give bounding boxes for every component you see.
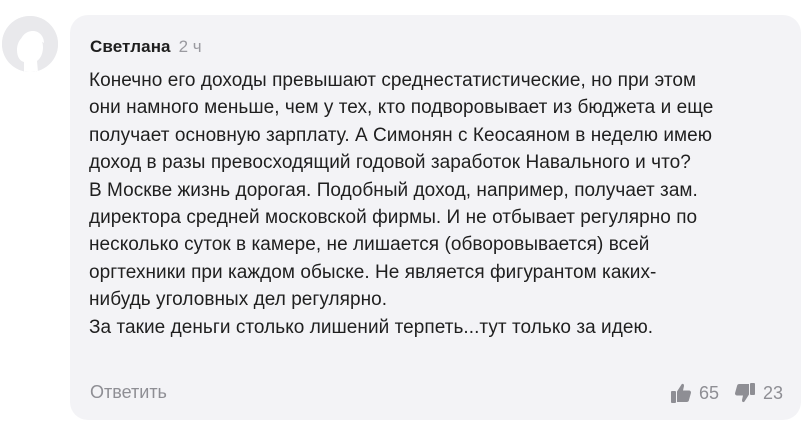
comment-text: Конечно его доходы превышают среднестати…	[89, 67, 779, 341]
comment-line: они намного меньше, чем у тех, кто подво…	[89, 97, 714, 119]
comment-line: получает основную зарплату. А Симонян с …	[89, 124, 713, 146]
comment-line: Конечно его доходы превышают среднестати…	[89, 70, 697, 91]
comment-line: оргтехники при каждом обыске. Не являетс…	[89, 261, 657, 283]
user-silhouette-icon	[2, 16, 58, 72]
comment-footer: Ответить 65 23	[90, 381, 783, 407]
comment-line: За такие деньги столько лишений терпеть.…	[89, 316, 654, 338]
comment-card: Светлана 2 ч Конечно его доходы превышаю…	[70, 15, 801, 420]
comment-line: нибудь уголовных дел регулярно.	[89, 289, 388, 311]
thumbs-up-icon	[670, 383, 691, 403]
like-button[interactable]: 65	[669, 381, 719, 405]
vote-controls: 65 23	[669, 381, 783, 405]
comment-line: доход в разы превосходящий годовой зараб…	[89, 152, 691, 174]
dislike-count: 23	[762, 382, 783, 403]
dislike-button[interactable]: 23	[733, 381, 783, 405]
author-name[interactable]: Светлана	[90, 37, 171, 57]
comment-time: 2 ч	[178, 37, 202, 56]
comment-header: Светлана 2 ч	[90, 37, 202, 57]
comment-line: директора средней московской фирмы. И не…	[89, 207, 698, 229]
avatar[interactable]	[2, 16, 58, 72]
reply-button[interactable]: Ответить	[90, 382, 167, 403]
like-count: 65	[698, 382, 719, 403]
thumbs-down-icon	[734, 383, 755, 403]
comment-line: В Москве жизнь дорогая. Подобный доход, …	[89, 179, 698, 201]
comment-line: несколько суток в камере, не лишается (о…	[89, 234, 650, 256]
